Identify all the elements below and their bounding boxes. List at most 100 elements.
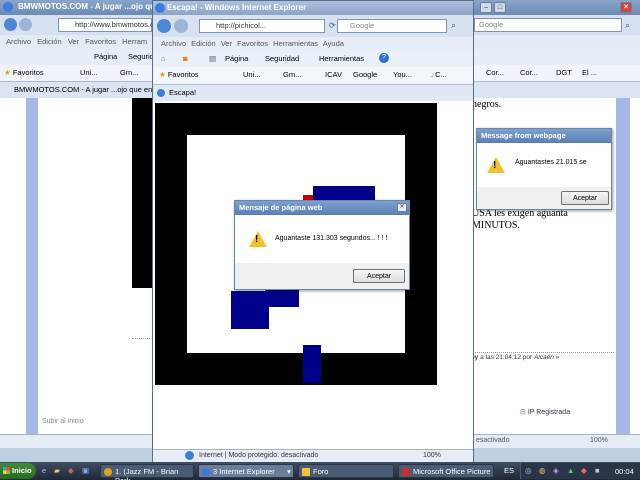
front-fav-item[interactable]: Uni... [243,70,261,79]
back-menu-archivo[interactable]: Archivo [6,37,31,46]
back-menu-ver[interactable]: Ver [68,37,79,46]
back-search-box[interactable]: Google [474,18,622,32]
front-menu-herramientas[interactable]: Herramientas [273,39,318,48]
left-divider [132,338,150,339]
warning-exclamation: ! [255,234,259,245]
back-nav-back-icon[interactable] [4,18,17,31]
back-page-menu[interactable]: Página [94,52,117,61]
front-fav-item[interactable]: Gm... [283,70,301,79]
front-menu-archivo[interactable]: Archivo [161,39,186,48]
quicklaunch-folder-icon[interactable]: ▰ [54,466,60,475]
tab-favicon-icon [157,89,165,97]
taskbar-item-ie[interactable]: 3 Internet Explorer ▾ [198,464,294,478]
warning-exclamation: ! [493,160,497,171]
back-fav-item[interactable]: Uni... [80,68,98,77]
message-dialog-secondary: Message from webpage ! Aguantastes 21.01… [476,128,612,210]
back-menu-favoritos[interactable]: Favoritos [85,37,116,46]
taskbar-clock[interactable]: 00:04 [615,467,634,476]
back-menu-edicion[interactable]: Edición [37,37,62,46]
front-command-bar: ⌂ ◙ ▤ Página Seguridad Herramientas ? [153,51,473,67]
front-tools-menu[interactable]: Herramientas [319,54,364,63]
back-active-tab[interactable]: BMWMOTOS.COM - A jugar ...ojo que engan [14,85,165,94]
quicklaunch-ie-icon[interactable]: e [42,466,46,475]
forum-footer-time: a las 21:04:12 por [480,354,533,361]
favorites-star-icon: ★ [4,68,11,77]
start-button[interactable]: Inicio [0,463,36,479]
back-fav-item[interactable]: Gm... [120,68,138,77]
front-security-menu[interactable]: Seguridad [265,54,299,63]
front-zoom-level[interactable]: 100% [423,452,441,459]
back-status-text: esactivado [476,437,510,444]
tray-app-icon[interactable]: ▲ [567,466,574,475]
tray-volume-icon[interactable]: ◍ [539,466,546,475]
tray-security-icon[interactable]: ◈ [553,466,559,475]
enemy-block [231,291,269,329]
tray-network-icon[interactable]: ◎ [525,466,532,475]
back-fav-item[interactable]: El ... [582,68,597,77]
taskbar-item-label: 3 Internet Explorer [213,467,275,476]
ip-registered-label: ⊟ IP Registrada [520,408,570,416]
refresh-icon[interactable]: ⟳ [329,21,336,30]
secondary-dialog-body: ! Aguantastes 21.015 se [477,143,611,187]
main-dialog-body: ! Aguantaste 131.303 segundos... ! ! ! [235,215,409,263]
taskbar-item-picture-manager[interactable]: Microsoft Office Picture ... [398,464,494,480]
front-address-row: http://pichicol... ⟳ ✕ Google ⌕ [153,15,473,37]
back-fav-item[interactable]: DGT [556,68,572,77]
tray-misc-icon[interactable]: ■ [595,466,600,475]
main-dialog-close-button[interactable]: ✕ [397,203,407,212]
taskbar-item-label: 1. (Jazz FM - Brian Park... [115,467,179,480]
front-fav-item[interactable]: ICAV [325,70,342,79]
back-fav-item[interactable]: Cor... [520,68,538,77]
taskbar-item-foro[interactable]: Foro [298,464,394,478]
back-fav-item[interactable]: Cor... [486,68,504,77]
quicklaunch-desktop-icon[interactable]: ▣ [82,466,89,475]
media-player-icon [104,468,112,476]
help-icon[interactable]: ? [379,53,389,63]
back-game-fragment [132,98,152,288]
back-security-menu[interactable]: Segurid [128,52,154,61]
tray-alert-icon[interactable]: ◆ [581,466,587,475]
front-menu-edicion[interactable]: Edición [191,39,216,48]
front-nav-forward-icon[interactable] [174,19,188,33]
front-search-icon[interactable]: ⌕ [451,20,456,31]
back-minimize-button[interactable]: – [480,2,492,13]
back-zoom-level[interactable]: 100% [590,437,608,444]
front-address-bar[interactable]: http://pichicol... [199,19,325,33]
forum-line: negros. [472,99,502,110]
back-close-button[interactable]: ✕ [620,2,632,13]
quicklaunch-app-icon[interactable]: ◆ [68,466,74,475]
forum-line: MINUTOS. [472,220,520,231]
back-menu-herramientas[interactable]: Herram [122,37,147,46]
front-active-tab[interactable]: Escapa! [169,88,196,97]
back-favorites-label[interactable]: Favoritos [13,68,44,77]
back-to-top-link[interactable]: Subir al inicio [42,418,84,425]
back-nav-forward-icon[interactable] [19,18,32,31]
secondary-ok-button[interactable]: Aceptar [561,191,609,205]
home-icon[interactable]: ⌂ [161,54,166,63]
front-nav-back-icon[interactable] [157,19,171,33]
front-page-menu[interactable]: Página [225,54,248,63]
front-title-bar: Escapa! - Windows Internet Explorer [153,1,473,15]
back-search-icon[interactable]: ⌕ [625,20,630,31]
rss-icon[interactable]: ◙ [183,54,188,63]
back-search-placeholder: Google [479,20,504,29]
front-favorites-label[interactable]: Favoritos [168,70,199,79]
forum-footer-user[interactable]: Alcaén [534,354,554,361]
secondary-dialog-message: Aguantastes 21.015 se [515,159,587,166]
folder-taskbar-icon [302,468,310,476]
language-indicator[interactable]: ES [504,466,514,475]
taskbar-item-jazzfm[interactable]: 1. (Jazz FM - Brian Park... [100,464,194,480]
front-fav-item[interactable]: Google [353,70,377,79]
front-search-box[interactable]: Google [337,19,447,33]
front-menu-ayuda[interactable]: Ayuda [323,39,344,48]
front-menu-favoritos[interactable]: Favoritos [237,39,268,48]
ie-logo-icon [3,2,13,12]
print-icon[interactable]: ▤ [209,54,216,63]
front-fav-item[interactable]: You... [393,70,412,79]
back-maximize-button[interactable]: □ [494,2,506,13]
front-fav-item[interactable]: . C... [431,70,447,79]
front-menu-ver[interactable]: Ver [221,39,232,48]
forum-post-footer: Hoy a las 21:04:12 por Alcaén » [466,354,559,361]
back-address-bar[interactable]: http://www.bmwmotos.com/ [58,18,166,32]
main-ok-button[interactable]: Aceptar [353,269,405,283]
